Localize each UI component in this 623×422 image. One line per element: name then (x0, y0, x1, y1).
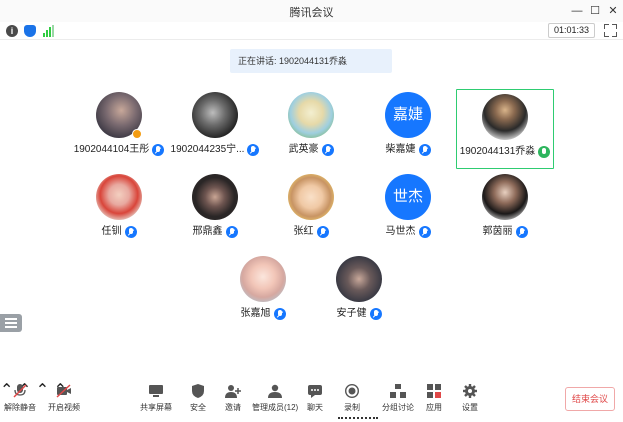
info-icon[interactable]: i (6, 25, 18, 37)
invite-label: 邀请 (225, 403, 241, 412)
bottom-toolbar: 解除静音 ⌃ 开启视频 ⌃ 共享屏幕 ⌃ 安全 邀请 管理成员(12) 聊天 录… (0, 380, 623, 422)
members-label: 管理成员(12) (252, 403, 299, 412)
avatar (336, 256, 382, 302)
participant-name: 张红 (293, 226, 314, 237)
record-icon (344, 383, 360, 399)
mic-icon[interactable] (124, 226, 137, 238)
avatar (288, 92, 334, 138)
record-button[interactable]: 录制 (332, 383, 372, 418)
mic-icon[interactable] (273, 308, 286, 320)
manage-members-button[interactable]: 管理成员(12) (252, 384, 298, 418)
fullscreen-icon[interactable] (604, 24, 617, 37)
participant-tile[interactable]: 邢鼎鑫 (166, 170, 264, 250)
add-user-icon (225, 384, 241, 398)
mic-icon[interactable] (369, 308, 382, 320)
unmute-button[interactable]: 解除静音 (0, 384, 40, 418)
participant-tile[interactable]: 张红 (262, 170, 360, 250)
avatar: 世杰 (385, 174, 431, 220)
signal-icon[interactable] (42, 25, 54, 37)
participant-name: 1902044131乔淼 (459, 146, 536, 157)
apps-icon (426, 384, 442, 398)
apps-label: 应用 (426, 403, 442, 412)
mic-active-icon[interactable] (538, 146, 551, 158)
avatar (192, 174, 238, 220)
breakout-icon (390, 384, 406, 398)
security-button[interactable]: 安全 (178, 384, 218, 418)
participant-tile[interactable]: 安子健 (310, 252, 408, 332)
mic-icon[interactable] (152, 144, 165, 156)
participant-tile[interactable]: 任钏 (70, 170, 168, 250)
invite-button[interactable]: 邀请 (213, 384, 253, 418)
participant-tile[interactable]: 张嘉旭 (214, 252, 312, 332)
mic-icon[interactable] (418, 226, 431, 238)
window-title: 腾讯会议 (289, 7, 334, 19)
share-screen-button[interactable]: 共享屏幕 (136, 384, 176, 418)
title-bar: 腾讯会议 — ☐ ✕ (0, 0, 623, 22)
participant-name: 安子健 (336, 308, 367, 319)
participant-tile[interactable]: 郭茵丽 (456, 170, 554, 250)
settings-label: 设置 (462, 403, 478, 412)
mic-muted-icon (12, 384, 28, 398)
avatar (240, 256, 286, 302)
chat-label: 聊天 (307, 403, 323, 412)
end-meeting-button[interactable]: 结束会议 (565, 387, 615, 411)
speaking-banner: 正在讲话: 1902044131乔淼 (230, 49, 392, 73)
minimize-icon[interactable]: — (568, 2, 586, 20)
participant-tile[interactable]: 世杰 马世杰 (359, 170, 457, 250)
mic-icon[interactable] (321, 144, 334, 156)
settings-button[interactable]: 设置 (450, 384, 490, 418)
gear-icon (462, 384, 478, 398)
participant-name: 邢鼎鑫 (192, 226, 223, 237)
mic-icon[interactable] (316, 226, 329, 238)
mic-icon[interactable] (515, 226, 528, 238)
video-label: 开启视频 (48, 403, 80, 412)
meeting-timer: 01:01:33 (547, 23, 595, 38)
apps-button[interactable]: 应用 (414, 384, 454, 418)
participant-name: 柴嘉婕 (385, 144, 416, 155)
avatar: 嘉婕 (385, 92, 431, 138)
avatar (96, 174, 142, 220)
unmute-label: 解除静音 (4, 403, 36, 412)
chat-button[interactable]: 聊天 (295, 384, 335, 418)
avatar (288, 174, 334, 220)
avatar (482, 174, 528, 220)
participant-list-toggle[interactable] (0, 314, 22, 332)
mic-icon[interactable] (247, 144, 260, 156)
avatar (192, 92, 238, 138)
info-bar: i 01:01:33 (0, 22, 623, 40)
share-screen-icon (148, 384, 164, 398)
participant-name: 郭茵丽 (482, 226, 513, 237)
participant-tile[interactable]: 1902044235宁... (166, 88, 264, 168)
mic-icon[interactable] (418, 144, 431, 156)
record-label: 录制 (344, 403, 360, 412)
host-badge-icon (132, 129, 142, 139)
participant-name: 张嘉旭 (240, 308, 271, 319)
participant-name: 马世杰 (385, 226, 416, 237)
security-label: 安全 (190, 403, 206, 412)
shield-icon (190, 384, 206, 398)
user-icon (267, 384, 283, 398)
participant-tile[interactable]: 1902044104王彤 (70, 88, 168, 168)
meeting-window: 腾讯会议 — ☐ ✕ i 01:01:33 正在讲话: 1902044131乔淼… (0, 0, 623, 422)
avatar (482, 94, 528, 140)
participant-name: 1902044235宁... (170, 144, 245, 155)
mic-icon[interactable] (225, 226, 238, 238)
video-off-icon (56, 384, 72, 398)
participant-name: 任钏 (101, 226, 122, 237)
share-label: 共享屏幕 (140, 403, 172, 412)
shield-icon[interactable] (24, 25, 36, 37)
video-button[interactable]: 开启视频 (44, 384, 84, 418)
participant-tile-speaking[interactable]: 1902044131乔淼 (456, 89, 554, 169)
maximize-icon[interactable]: ☐ (586, 2, 604, 20)
chat-icon (307, 384, 323, 398)
participant-name: 1902044104王彤 (73, 144, 150, 155)
participant-tile[interactable]: 嘉婕 柴嘉婕 (359, 88, 457, 168)
participant-tile[interactable]: 武英豪 (262, 88, 360, 168)
participant-name: 武英豪 (288, 144, 319, 155)
close-icon[interactable]: ✕ (604, 2, 622, 20)
toolbar-handle (338, 417, 378, 420)
